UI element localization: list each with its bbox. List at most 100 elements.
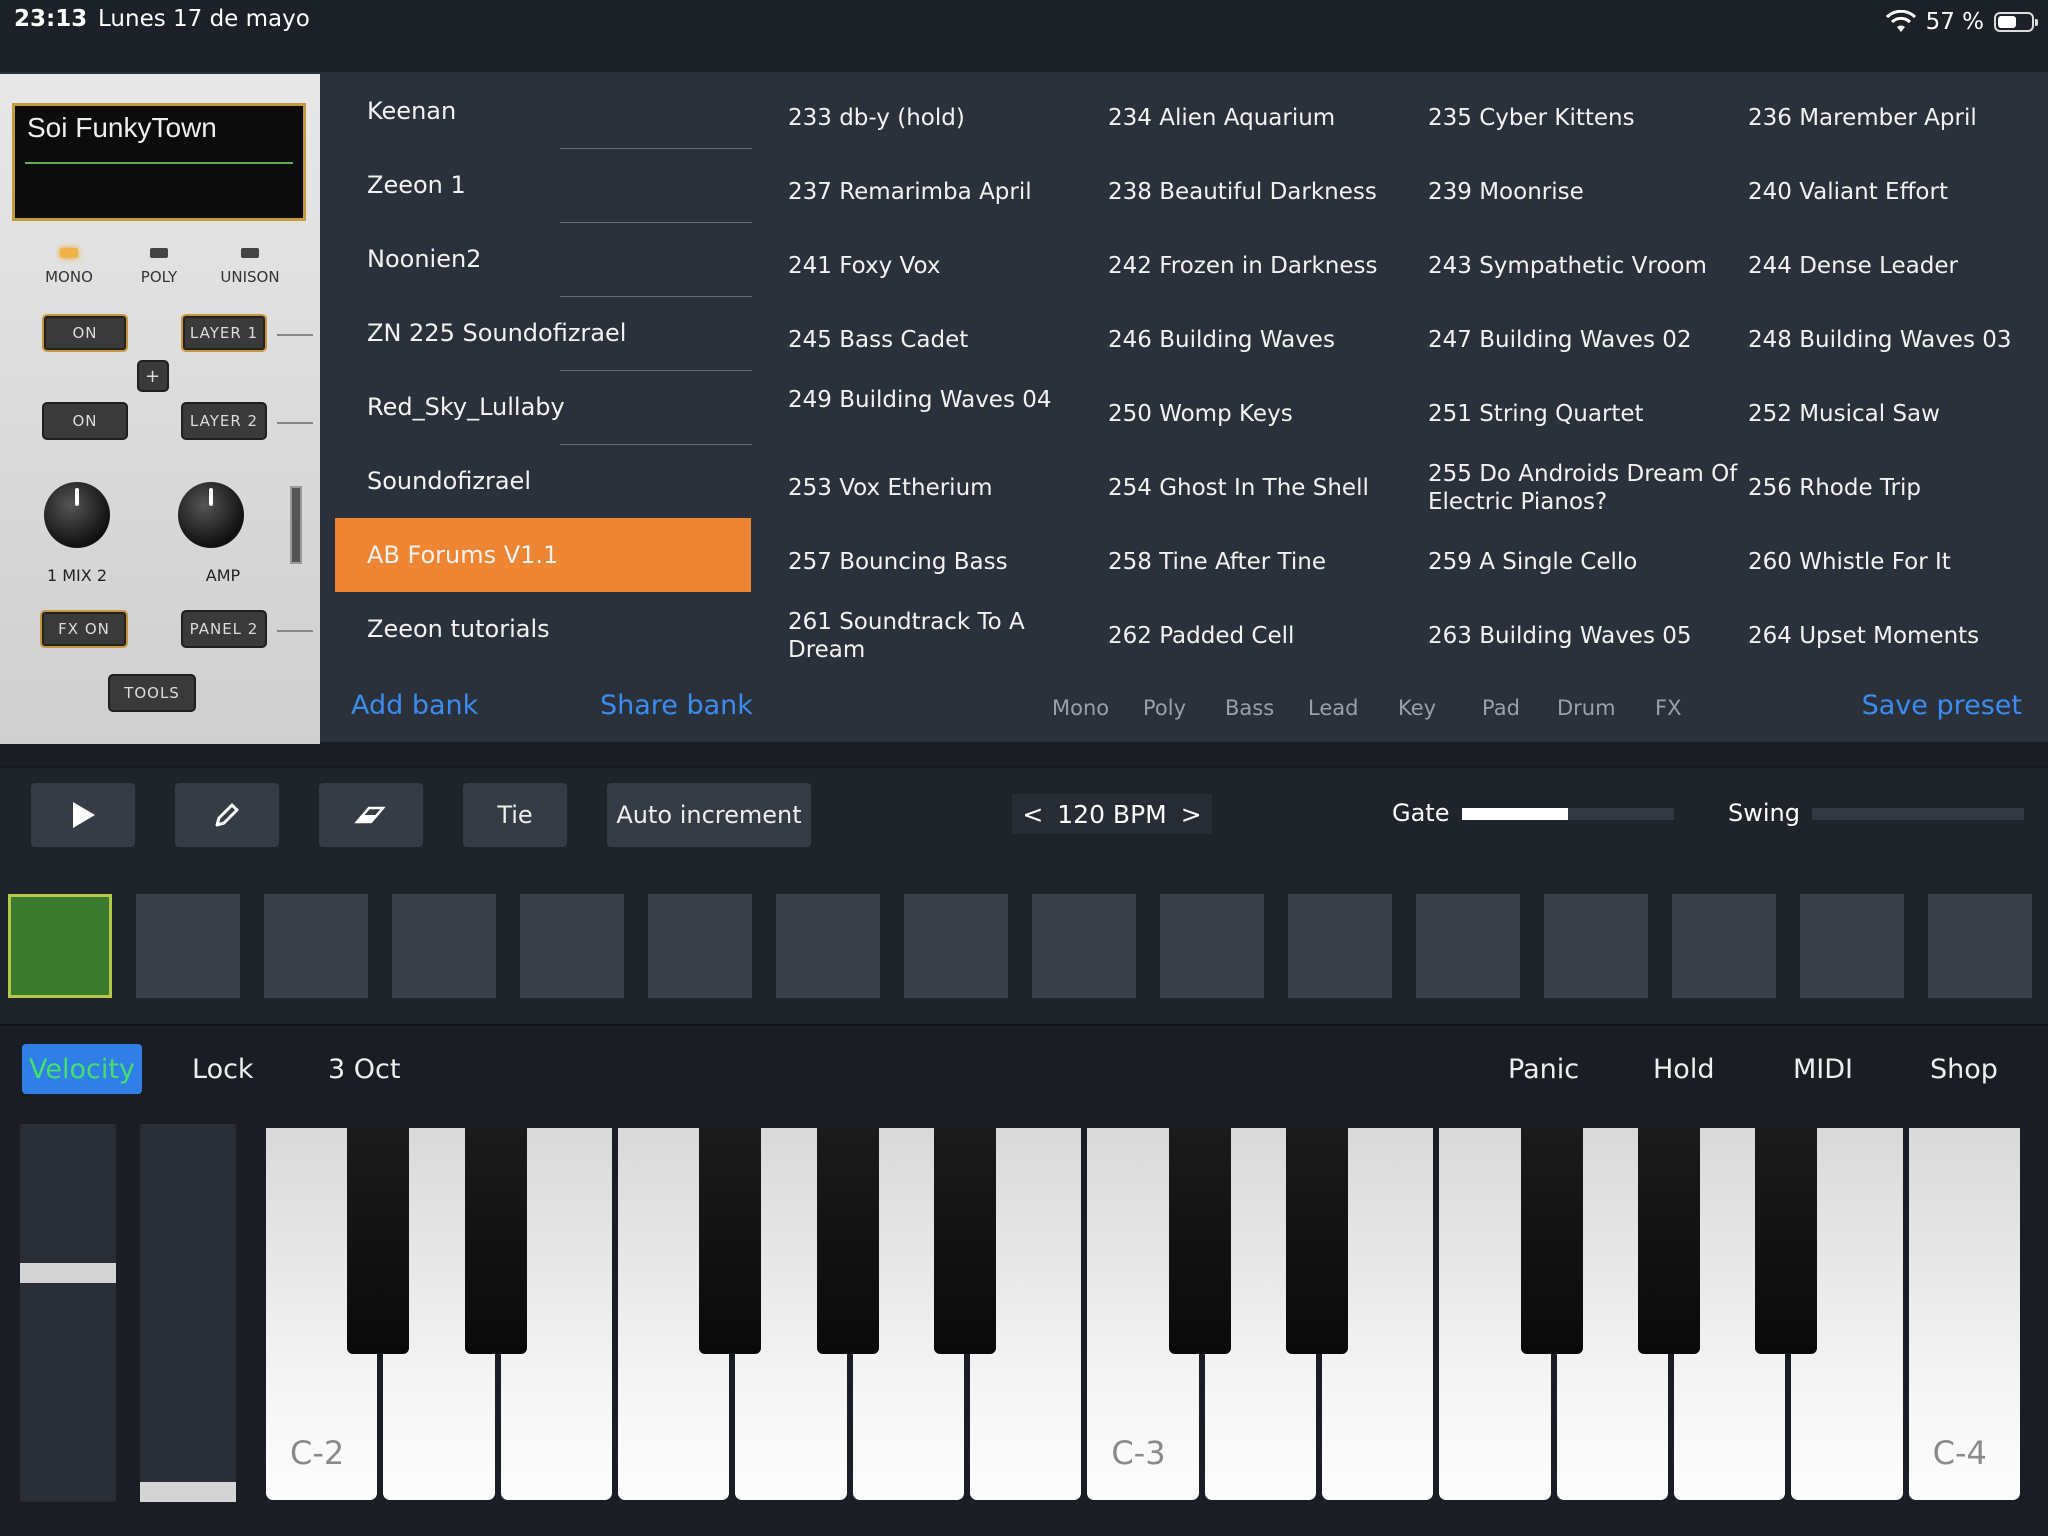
- category-bass[interactable]: Bass: [1225, 696, 1274, 720]
- share-bank-button[interactable]: Share bank: [600, 690, 753, 721]
- layer2-on-button[interactable]: ON: [42, 402, 128, 440]
- link-layers-button[interactable]: +: [137, 360, 169, 392]
- preset-item[interactable]: 254 Ghost In The Shell: [1108, 474, 1418, 502]
- mod-wheel-strip[interactable]: [140, 1124, 236, 1502]
- preset-item[interactable]: 245 Bass Cadet: [788, 326, 1098, 354]
- bpm-decrease-button[interactable]: <: [1022, 800, 1043, 829]
- black-key[interactable]: [1755, 1128, 1818, 1354]
- sequencer-step[interactable]: [264, 894, 368, 998]
- preset-item[interactable]: 260 Whistle For It: [1748, 548, 2048, 576]
- bank-item[interactable]: Keenan: [335, 74, 751, 148]
- preset-item[interactable]: 258 Tine After Tine: [1108, 548, 1418, 576]
- preset-item[interactable]: 247 Building Waves 02: [1428, 326, 1738, 354]
- black-key[interactable]: [1168, 1128, 1231, 1354]
- bpm-value[interactable]: 120 BPM: [1057, 800, 1166, 829]
- eraser-button[interactable]: [319, 783, 423, 847]
- preset-item[interactable]: 240 Valiant Effort: [1748, 178, 2048, 206]
- preset-item[interactable]: 263 Building Waves 05: [1428, 622, 1738, 650]
- bank-item[interactable]: Soundofizrael: [335, 444, 751, 518]
- sequencer-step[interactable]: [1032, 894, 1136, 998]
- sequencer-step[interactable]: [136, 894, 240, 998]
- preset-item[interactable]: 257 Bouncing Bass: [788, 548, 1098, 576]
- bank-item[interactable]: ZN 225 Soundofizrael: [335, 296, 751, 370]
- black-key[interactable]: [699, 1128, 762, 1354]
- category-poly[interactable]: Poly: [1143, 696, 1186, 720]
- tools-button[interactable]: TOOLS: [108, 674, 196, 712]
- bpm-increase-button[interactable]: >: [1181, 800, 1202, 829]
- pitch-bend-handle[interactable]: [20, 1262, 116, 1283]
- preset-item[interactable]: 259 A Single Cello: [1428, 548, 1738, 576]
- sequencer-step[interactable]: [1672, 894, 1776, 998]
- category-pad[interactable]: Pad: [1482, 696, 1520, 720]
- panel2-button[interactable]: PANEL 2: [181, 610, 267, 648]
- bank-item[interactable]: AB Forums V1.1: [335, 518, 751, 592]
- layer1-on-button[interactable]: ON: [42, 314, 128, 352]
- black-key[interactable]: [1638, 1128, 1700, 1354]
- preset-item[interactable]: 239 Moonrise: [1428, 178, 1738, 206]
- bank-item[interactable]: Zeeon tutorials: [335, 592, 751, 666]
- sequencer-step[interactable]: [648, 894, 752, 998]
- velocity-button[interactable]: Velocity: [22, 1044, 142, 1094]
- sequencer-step[interactable]: [1544, 894, 1648, 998]
- bank-item[interactable]: Noonien2: [335, 222, 751, 296]
- preset-item[interactable]: 252 Musical Saw: [1748, 400, 2048, 428]
- black-key[interactable]: [347, 1128, 410, 1354]
- white-key[interactable]: C-4: [1908, 1128, 2020, 1500]
- hold-button[interactable]: Hold: [1643, 1044, 1724, 1094]
- category-key[interactable]: Key: [1398, 696, 1436, 720]
- mod-wheel-handle[interactable]: [140, 1482, 236, 1502]
- sequencer-step[interactable]: [1928, 894, 2032, 998]
- layer1-button[interactable]: LAYER 1: [181, 314, 267, 352]
- midi-button[interactable]: MIDI: [1783, 1044, 1863, 1094]
- preset-item[interactable]: 248 Building Waves 03: [1748, 326, 2048, 354]
- preset-item[interactable]: 233 db-y (hold): [788, 104, 1098, 132]
- preset-item[interactable]: 264 Upset Moments: [1748, 622, 2048, 650]
- gate-slider[interactable]: [1462, 808, 1674, 820]
- preset-item[interactable]: 236 Marember April: [1748, 104, 2048, 132]
- preset-item[interactable]: 255 Do Androids Dream Of Electric Pianos…: [1428, 460, 1738, 516]
- pitch-bend-strip[interactable]: [20, 1124, 116, 1502]
- preset-item[interactable]: 253 Vox Etherium: [788, 474, 1098, 502]
- panic-button[interactable]: Panic: [1498, 1044, 1589, 1094]
- save-preset-button[interactable]: Save preset: [1862, 690, 2022, 721]
- shop-button[interactable]: Shop: [1920, 1044, 2008, 1094]
- category-mono[interactable]: Mono: [1052, 696, 1109, 720]
- octaves-button[interactable]: 3 Oct: [318, 1044, 410, 1094]
- sequencer-step[interactable]: [776, 894, 880, 998]
- black-key[interactable]: [1286, 1128, 1348, 1354]
- preset-item[interactable]: 244 Dense Leader: [1748, 252, 2048, 280]
- preset-item[interactable]: 234 Alien Aquarium: [1108, 104, 1418, 132]
- preset-item[interactable]: 243 Sympathetic Vroom: [1428, 252, 1738, 280]
- sequencer-step[interactable]: [1288, 894, 1392, 998]
- auto-increment-button[interactable]: Auto increment: [607, 783, 811, 847]
- preset-item[interactable]: 246 Building Waves: [1108, 326, 1418, 354]
- play-button[interactable]: [31, 783, 135, 847]
- unison-button[interactable]: UNISON: [205, 268, 295, 286]
- lock-button[interactable]: Lock: [182, 1044, 264, 1094]
- preset-display[interactable]: Soi FunkyTown: [12, 103, 306, 221]
- preset-item[interactable]: 249 Building Waves 04: [788, 386, 1098, 414]
- mix-knob[interactable]: [44, 482, 110, 548]
- layer2-button[interactable]: LAYER 2: [181, 402, 267, 440]
- sequencer-step[interactable]: [520, 894, 624, 998]
- fx-on-button[interactable]: FX ON: [40, 610, 128, 648]
- black-key[interactable]: [816, 1128, 879, 1354]
- pencil-button[interactable]: [175, 783, 279, 847]
- poly-button[interactable]: POLY: [114, 268, 204, 286]
- preset-item[interactable]: 237 Remarimba April: [788, 178, 1098, 206]
- tie-button[interactable]: Tie: [463, 783, 567, 847]
- add-bank-button[interactable]: Add bank: [351, 690, 478, 721]
- preset-item[interactable]: 238 Beautiful Darkness: [1108, 178, 1418, 206]
- category-fx[interactable]: FX: [1655, 696, 1681, 720]
- black-key[interactable]: [934, 1128, 996, 1354]
- amp-knob[interactable]: [178, 482, 244, 548]
- black-key[interactable]: [1520, 1128, 1583, 1354]
- preset-item[interactable]: 235 Cyber Kittens: [1428, 104, 1738, 132]
- bank-item[interactable]: Zeeon 1: [335, 148, 751, 222]
- sequencer-step[interactable]: [904, 894, 1008, 998]
- swing-slider[interactable]: [1812, 808, 2024, 820]
- preset-item[interactable]: 242 Frozen in Darkness: [1108, 252, 1418, 280]
- category-drum[interactable]: Drum: [1557, 696, 1616, 720]
- category-lead[interactable]: Lead: [1308, 696, 1358, 720]
- preset-item[interactable]: 256 Rhode Trip: [1748, 474, 2048, 502]
